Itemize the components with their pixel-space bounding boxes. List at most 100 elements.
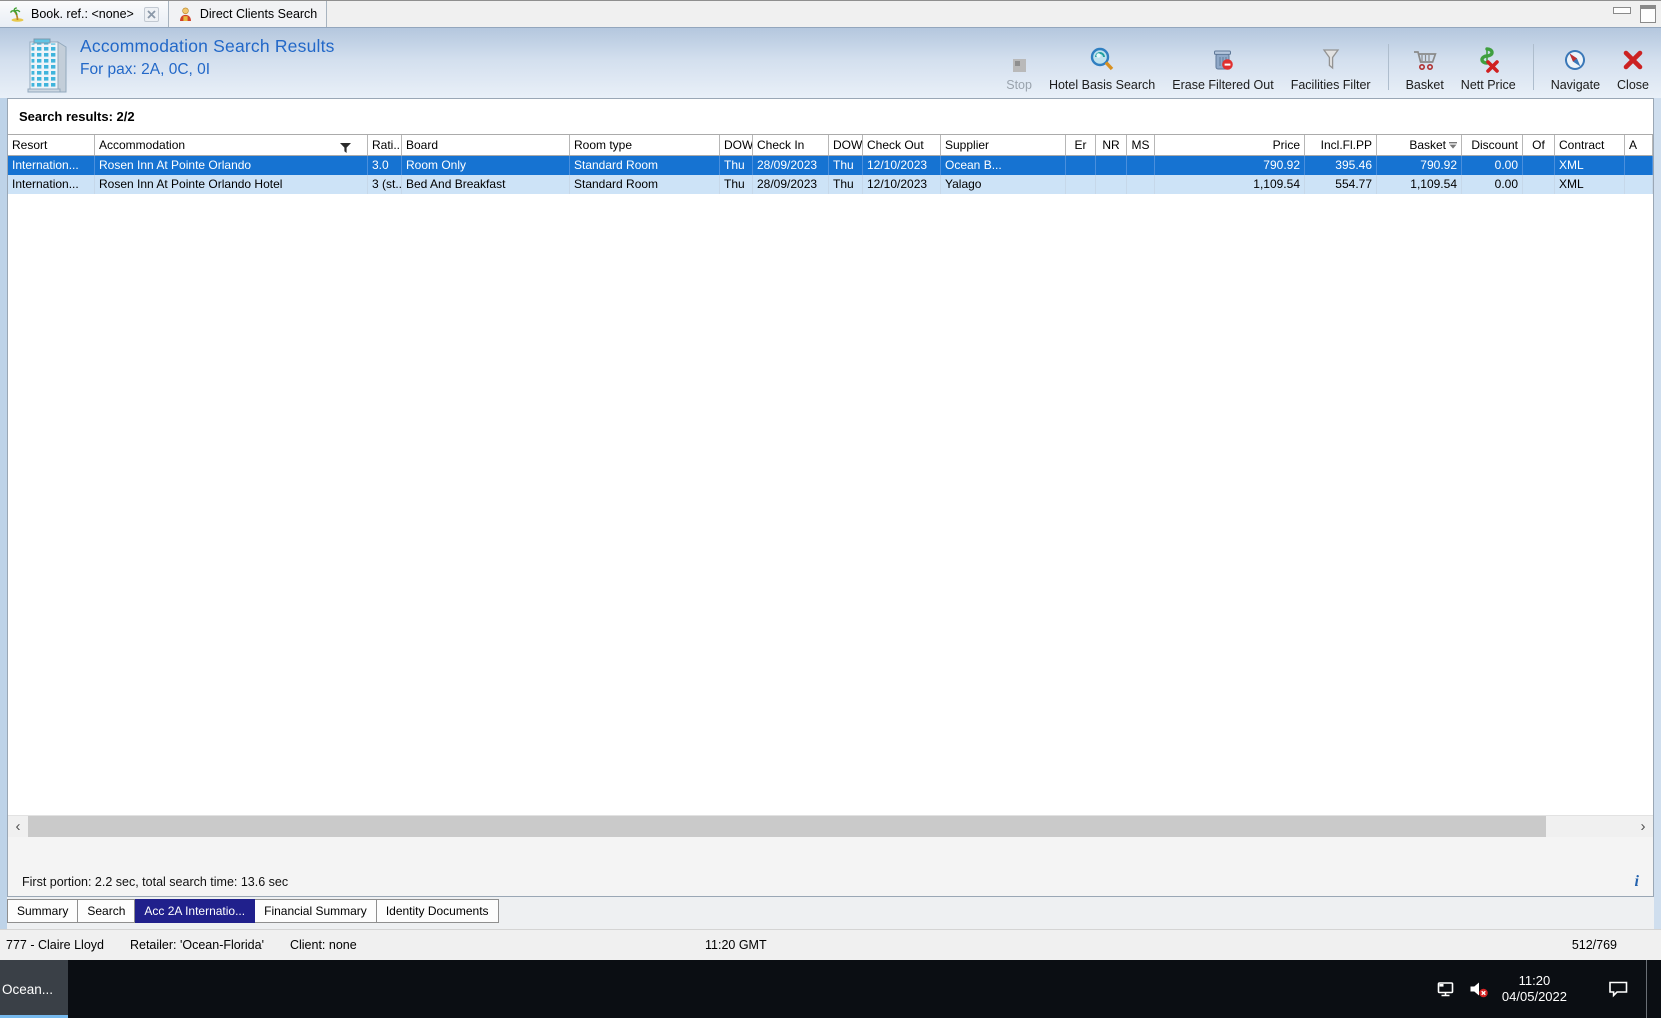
tab-book-ref[interactable]: Book. ref.: <none> [0,1,169,27]
column-header-ms[interactable]: MS [1127,135,1155,155]
application-window: Book. ref.: <none> Direct Clients Search [0,0,1661,1018]
table-cell[interactable]: 12/10/2023 [863,156,941,175]
volume-muted-icon[interactable] [1469,981,1489,998]
table-cell[interactable]: Internation... [8,156,95,175]
info-icon[interactable]: i [1635,873,1639,891]
tab-summary[interactable]: Summary [7,899,79,923]
antivirus-icon[interactable] [1406,981,1423,998]
table-cell[interactable] [1625,175,1653,194]
network-icon[interactable] [1436,980,1456,998]
facilities-filter-icon [1319,47,1343,76]
content-frame: Search results: 2/2 Resort Accommodation R… [0,98,1661,929]
table-cell[interactable]: XML [1555,175,1625,194]
column-header-check-in[interactable]: Check In [753,135,829,155]
navigate-button[interactable]: Navigate [1551,47,1600,94]
tab-identity-documents[interactable]: Identity Documents [376,899,499,923]
table-cell[interactable]: 0.00 [1462,175,1523,194]
table-cell[interactable]: 3.0 [368,156,402,175]
table-cell[interactable]: Bed And Breakfast [402,175,570,194]
table-cell[interactable]: 395.46 [1305,156,1377,175]
column-header-check-out[interactable]: Check Out [863,135,941,155]
table-cell[interactable]: Room Only [402,156,570,175]
table-cell[interactable]: Internation... [8,175,95,194]
column-header-contract[interactable]: Contract [1555,135,1625,155]
column-header-of[interactable]: Of [1523,135,1555,155]
tab-label: Direct Clients Search [199,7,318,21]
table-cell[interactable] [1066,175,1096,194]
table-cell[interactable] [1625,156,1653,175]
table-cell[interactable]: Thu [720,175,753,194]
basket-button[interactable]: Basket [1406,47,1444,94]
scroll-right-button[interactable]: › [1633,816,1653,837]
horizontal-scrollbar[interactable]: ‹ › [8,815,1653,837]
facilities-filter-button[interactable]: Facilities Filter [1291,47,1371,94]
column-header-resort[interactable]: Resort [8,135,95,155]
column-header-rati[interactable]: Rati... [368,135,402,155]
table-cell[interactable]: 12/10/2023 [863,175,941,194]
column-header-board[interactable]: Board [402,135,570,155]
table-cell[interactable]: Thu [829,175,863,194]
table-cell[interactable]: 1,109.54 [1155,175,1305,194]
tab-label: Book. ref.: <none> [31,7,134,21]
filter-funnel-icon[interactable] [340,139,351,155]
table-cell[interactable] [1096,156,1127,175]
tab-close-icon[interactable] [143,6,159,22]
column-header-basket[interactable]: Basket [1377,135,1462,155]
close-button[interactable]: Close [1617,47,1649,94]
table-cell[interactable] [1127,156,1155,175]
table-cell[interactable] [1066,156,1096,175]
show-desktop-divider[interactable] [1646,960,1647,1018]
table-cell[interactable]: Thu [829,156,863,175]
minimize-button[interactable] [1609,1,1635,27]
table-cell[interactable]: 790.92 [1155,156,1305,175]
table-cell[interactable]: 3 (st... [368,175,402,194]
notification-center-icon[interactable] [1608,980,1629,998]
tab-financial-summary[interactable]: Financial Summary [255,899,377,923]
column-header-nr[interactable]: NR [1096,135,1127,155]
column-header-discount[interactable]: Discount [1462,135,1523,155]
scrollbar-thumb[interactable] [28,816,1546,837]
column-header-a[interactable]: A [1625,135,1653,155]
tab-search[interactable]: Search [78,899,136,923]
column-header-dow[interactable]: DOW [720,135,753,155]
table-cell[interactable]: Standard Room [570,156,720,175]
column-header-room-type[interactable]: Room type [570,135,720,155]
table-cell[interactable]: Ocean B... [941,156,1066,175]
table-cell[interactable]: 554.77 [1305,175,1377,194]
maximize-button[interactable] [1635,1,1661,27]
table-cell[interactable]: 1,109.54 [1377,175,1462,194]
table-row[interactable]: Internation... Rosen Inn At Pointe Orland… [8,156,1653,175]
table-cell[interactable]: Rosen Inn At Pointe Orlando Hotel [95,175,368,194]
person-icon [178,6,194,22]
column-header-supplier[interactable]: Supplier [941,135,1066,155]
table-cell[interactable]: 0.00 [1462,156,1523,175]
table-cell[interactable]: Thu [720,156,753,175]
erase-filtered-out-button[interactable]: Erase Filtered Out [1172,47,1274,94]
table-cell[interactable]: 28/09/2023 [753,156,829,175]
column-header-dow[interactable]: DOW [829,135,863,155]
table-cell[interactable]: 28/09/2023 [753,175,829,194]
table-cell[interactable] [1523,175,1555,194]
tab-acc-2a-international[interactable]: Acc 2A Internatio... [135,899,256,923]
table-row[interactable]: Internation... Rosen Inn At Pointe Orland… [8,175,1653,194]
table-cell[interactable] [1523,156,1555,175]
table-cell[interactable]: Standard Room [570,175,720,194]
table-cell[interactable] [1127,175,1155,194]
nett-price-button[interactable]: Nett Price [1461,47,1516,94]
scroll-left-button[interactable]: ‹ [8,816,28,837]
taskbar-app-button[interactable]: Ocean... [0,960,68,1018]
table-cell[interactable]: 790.92 [1377,156,1462,175]
hotel-basis-search-button[interactable]: Hotel Basis Search [1049,47,1155,94]
stop-icon [1012,58,1027,76]
column-header-accommodation[interactable]: Accommodation [95,135,368,155]
column-header-price[interactable]: Price [1155,135,1305,155]
column-header-incl-fl-pp[interactable]: Incl.Fl.PP [1305,135,1377,155]
scrollbar-track[interactable] [28,816,1633,837]
table-cell[interactable] [1096,175,1127,194]
column-header-er[interactable]: Er [1066,135,1096,155]
taskbar-clock[interactable]: 11:20 04/05/2022 [1502,973,1567,1006]
table-cell[interactable]: Rosen Inn At Pointe Orlando [95,156,368,175]
table-cell[interactable]: XML [1555,156,1625,175]
table-cell[interactable]: Yalago [941,175,1066,194]
tab-direct-clients-search[interactable]: Direct Clients Search [168,1,328,27]
